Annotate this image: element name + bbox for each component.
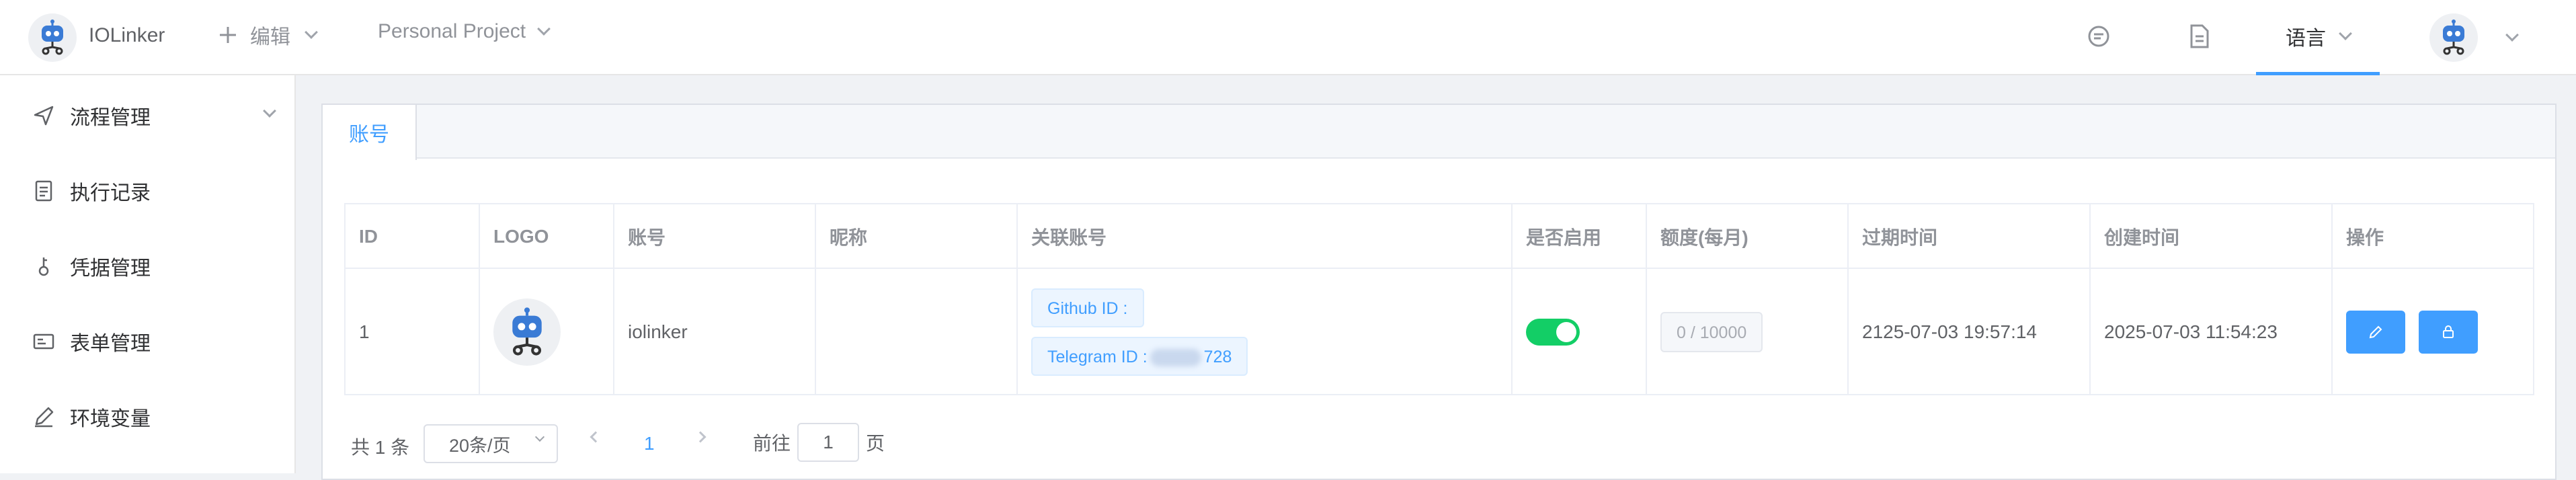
tab-account[interactable]: 账号	[323, 105, 417, 160]
cell-created: 2025-07-03 11:54:23	[2104, 321, 2278, 342]
chevron-down-icon	[2505, 28, 2519, 42]
cell-enabled	[1513, 269, 1580, 395]
telegram-id-suffix: 728	[1203, 348, 1232, 366]
language-label: 语言	[2286, 27, 2326, 50]
key-icon	[38, 257, 49, 276]
cell-expire: 2125-07-03 19:57:14	[1862, 321, 2037, 342]
cell-logo	[480, 269, 561, 395]
language-menu[interactable]: 语言	[2256, 0, 2380, 75]
cell-actions	[2333, 269, 2478, 395]
robot-avatar	[493, 298, 561, 366]
account-table: ID LOGO 账号 昵称 关联账号 是否启用 额度(每月) 过期时间 创建时间…	[344, 203, 2534, 395]
telegram-id-label: Telegram ID :	[1047, 348, 1148, 366]
goto-label: 前往	[753, 433, 791, 454]
column-header-enabled: 是否启用	[1526, 227, 1602, 248]
prev-page-button[interactable]	[590, 431, 602, 443]
github-id-tag: Github ID :	[1031, 288, 1144, 327]
chevron-down-icon	[537, 22, 551, 36]
form-icon	[33, 333, 54, 350]
chevron-down-icon	[263, 104, 276, 118]
column-header-linked: 关联账号	[1031, 227, 1107, 248]
sidebar-item-label: 执行记录	[70, 182, 151, 204]
tab-bar: 账号	[323, 105, 2555, 160]
plus-icon	[220, 27, 236, 43]
sidebar-item-workflow[interactable]: 流程管理	[32, 101, 276, 130]
enabled-switch[interactable]	[1526, 319, 1580, 346]
sidebar-item-label: 流程管理	[70, 107, 151, 129]
robot-logo-icon	[28, 13, 77, 62]
robot-avatar	[2429, 13, 2478, 62]
app-logo[interactable]	[28, 13, 77, 62]
edit-menu[interactable]: 编辑	[218, 20, 318, 50]
cell-linked-accounts: Github ID : Telegram ID : 728	[1018, 269, 1248, 395]
sidebar-item-env-vars[interactable]: 环境变量	[32, 402, 151, 432]
sidebar-item-label: 凭据管理	[70, 257, 151, 280]
goto-page-input[interactable]: 1	[797, 423, 860, 462]
chat-icon[interactable]	[2087, 24, 2111, 48]
project-menu-label: Personal Project	[378, 20, 526, 42]
column-header-expire: 过期时间	[1862, 227, 1938, 248]
sidebar-item-executions[interactable]: 执行记录	[32, 176, 151, 206]
page-size-value: 20条/页	[449, 435, 511, 456]
cell-id: 1	[359, 321, 370, 342]
page-jumper: 前往 1 页	[753, 423, 885, 462]
sidebar-item-label: 环境变量	[70, 408, 151, 430]
column-header-nickname: 昵称	[830, 227, 868, 248]
column-header-created: 创建时间	[2104, 227, 2180, 248]
document-icon[interactable]	[2189, 24, 2210, 48]
page-suffix: 页	[866, 433, 885, 454]
edit-icon	[2369, 325, 2382, 339]
chevron-down-icon	[305, 26, 318, 39]
lock-icon	[2443, 325, 2454, 338]
chevron-left-icon	[590, 431, 602, 443]
app-title: IOLinker	[89, 24, 165, 46]
top-bar: IOLinker 编辑 Personal Project 语言	[0, 0, 2576, 75]
sidebar-item-forms[interactable]: 表单管理	[32, 327, 151, 356]
column-header-quota: 额度(每月)	[1660, 227, 1748, 248]
content-card: 账号 ID LOGO 账号 昵称 关联账号 是否启用 额度(每月) 过期时间 创…	[321, 104, 2557, 480]
pagination-total: 共 1 条	[351, 437, 410, 458]
cell-account: iolinker	[628, 321, 688, 342]
lock-button[interactable]	[2419, 311, 2478, 354]
quota-input: 0 / 10000	[1660, 312, 1763, 352]
chevron-down-icon	[2339, 26, 2352, 40]
document-icon	[35, 180, 52, 202]
column-header-logo: LOGO	[493, 226, 549, 247]
redacted-value	[1150, 349, 1201, 367]
project-menu[interactable]: Personal Project	[378, 20, 551, 43]
send-icon	[34, 106, 54, 126]
chevron-down-icon	[534, 432, 545, 442]
edit-icon	[35, 407, 54, 428]
column-header-account: 账号	[628, 227, 666, 248]
telegram-id-tag: Telegram ID : 728	[1031, 337, 1248, 376]
edit-menu-label: 编辑	[250, 26, 290, 48]
page-number-current[interactable]: 1	[644, 433, 655, 454]
sidebar-item-credentials[interactable]: 凭据管理	[32, 251, 151, 281]
sidebar-item-label: 表单管理	[70, 333, 151, 355]
page-size-select[interactable]: 20条/页	[424, 424, 558, 463]
cell-nickname	[816, 269, 830, 395]
sidebar: 流程管理 执行记录 凭据管理 表单管理 环境变量	[0, 75, 296, 473]
user-menu[interactable]	[2429, 13, 2519, 62]
cell-quota: 0 / 10000	[1647, 269, 1763, 395]
next-page-button[interactable]	[694, 431, 707, 443]
chevron-right-icon	[694, 431, 707, 443]
column-header-id: ID	[359, 226, 378, 247]
edit-button[interactable]	[2346, 311, 2405, 354]
column-header-actions: 操作	[2346, 227, 2384, 248]
